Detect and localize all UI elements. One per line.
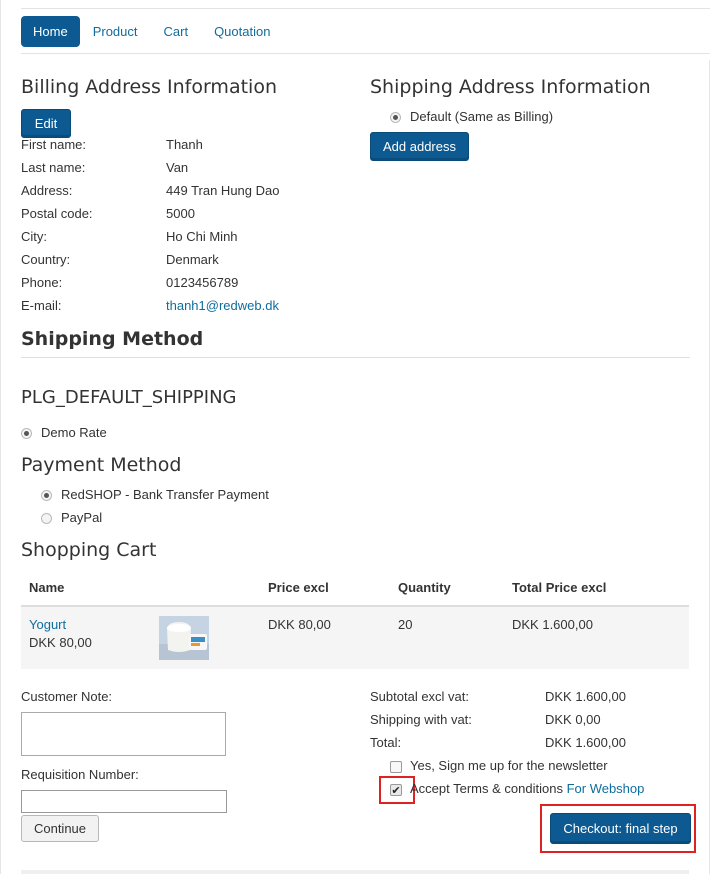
terms-line: Accept Terms & conditions For Webshop [410, 781, 644, 796]
terms-link[interactable]: For Webshop [567, 781, 645, 796]
shipping-cost-label: Shipping with vat: [370, 712, 472, 727]
billing-row-phone: Phone: 0123456789 [21, 273, 361, 293]
checkmark-icon: ✔ [391, 783, 401, 797]
nav-tab-cart[interactable]: Cart [151, 16, 202, 47]
billing-email-link[interactable]: thanh1@redweb.dk [166, 296, 279, 316]
shipping-address-title: Shipping Address Information [370, 76, 651, 98]
newsletter-checkbox[interactable] [390, 761, 402, 773]
billing-row-email: E-mail: thanh1@redweb.dk [21, 296, 361, 316]
edit-billing-button[interactable]: Edit [21, 109, 71, 138]
radio-selected[interactable] [390, 111, 401, 123]
billing-title: Billing Address Information [21, 76, 277, 98]
section-divider [21, 357, 690, 358]
add-address-button[interactable]: Add address [370, 132, 469, 161]
terms-label: Accept Terms & conditions [410, 781, 563, 796]
billing-row-postal-code: Postal code: 5000 [21, 204, 361, 224]
total-value: DKK 1.600,00 [545, 735, 626, 750]
billing-value: 5000 [166, 206, 195, 221]
shipping-rate-label: Demo Rate [41, 425, 107, 440]
page-border-left [0, 0, 1, 874]
payment-option-bank-transfer[interactable]: RedSHOP - Bank Transfer Payment [41, 485, 269, 505]
column-header-total: Total Price excl [512, 580, 607, 595]
product-unit-price: DKK 80,00 [29, 635, 92, 650]
nav-tab-product[interactable]: Product [80, 16, 151, 47]
column-header-quantity: Quantity [398, 580, 451, 595]
billing-row-country: Country: Denmark [21, 250, 361, 270]
page-border-top [21, 8, 710, 9]
billing-value: Denmark [166, 252, 219, 267]
billing-label: First name: [21, 137, 87, 152]
billing-value: 449 Tran Hung Dao [166, 183, 280, 198]
billing-row-address: Address: 449 Tran Hung Dao [21, 181, 361, 201]
radio-unselected[interactable] [41, 512, 52, 524]
billing-value: Thanh [166, 137, 203, 152]
product-price-excl: DKK 80,00 [268, 617, 331, 632]
shipping-plugin-title: PLG_DEFAULT_SHIPPING [21, 387, 237, 408]
billing-label: E-mail: [21, 298, 62, 313]
billing-label: Postal code: [21, 206, 93, 221]
billing-row-last-name: Last name: Van [21, 158, 361, 178]
customer-note-label: Customer Note: [21, 689, 113, 704]
radio-selected[interactable] [41, 489, 52, 501]
billing-value: 0123456789 [166, 275, 239, 290]
subtotal-value: DKK 1.600,00 [545, 689, 626, 704]
billing-label: Last name: [21, 160, 86, 175]
billing-row-city: City: Ho Chi Minh [21, 227, 361, 247]
payment-option-label: PayPal [61, 510, 103, 525]
page-footer-strip [21, 870, 689, 874]
shipping-rate-option[interactable]: Demo Rate [21, 423, 107, 443]
total-label: Total: [370, 735, 402, 750]
continue-button[interactable]: Continue [21, 815, 99, 842]
customer-note-field[interactable] [21, 712, 226, 756]
nav-divider [21, 53, 710, 54]
shopping-cart-title: Shopping Cart [21, 539, 157, 561]
billing-row-first-name: First name: Thanh [21, 135, 361, 155]
requisition-number-label: Requisition Number: [21, 767, 139, 782]
payment-option-paypal[interactable]: PayPal [41, 508, 102, 528]
column-header-price: Price excl [268, 580, 329, 595]
main-nav: Home Product Cart Quotation [21, 16, 283, 47]
billing-label: Phone: [21, 275, 63, 290]
requisition-number-field[interactable] [21, 790, 227, 813]
billing-label: City: [21, 229, 47, 244]
payment-option-label: RedSHOP - Bank Transfer Payment [61, 487, 269, 502]
billing-value: Ho Chi Minh [166, 229, 238, 244]
shipping-cost-value: DKK 0,00 [545, 712, 601, 727]
billing-label: Address: [21, 183, 73, 198]
product-thumbnail[interactable] [159, 616, 209, 660]
terms-checkbox[interactable]: ✔ [390, 784, 402, 796]
shipping-default-option[interactable]: Default (Same as Billing) [390, 107, 553, 127]
payment-method-title: Payment Method [21, 454, 182, 476]
nav-tab-home[interactable]: Home [21, 16, 80, 47]
radio-selected[interactable] [21, 427, 32, 439]
newsletter-label: Yes, Sign me up for the newsletter [410, 758, 608, 773]
billing-value: Van [166, 160, 189, 175]
billing-label: Country: [21, 252, 71, 267]
column-header-name: Name [29, 580, 65, 595]
checkout-final-step-button[interactable]: Checkout: final step [550, 813, 691, 844]
product-name-link[interactable]: Yogurt [29, 617, 66, 632]
product-quantity: 20 [398, 617, 413, 632]
subtotal-label: Subtotal excl vat: [370, 689, 469, 704]
shipping-method-title: Shipping Method [21, 328, 204, 350]
product-total: DKK 1.600,00 [512, 617, 593, 632]
shipping-default-label: Default (Same as Billing) [410, 109, 554, 124]
nav-tab-quotation[interactable]: Quotation [201, 16, 283, 47]
